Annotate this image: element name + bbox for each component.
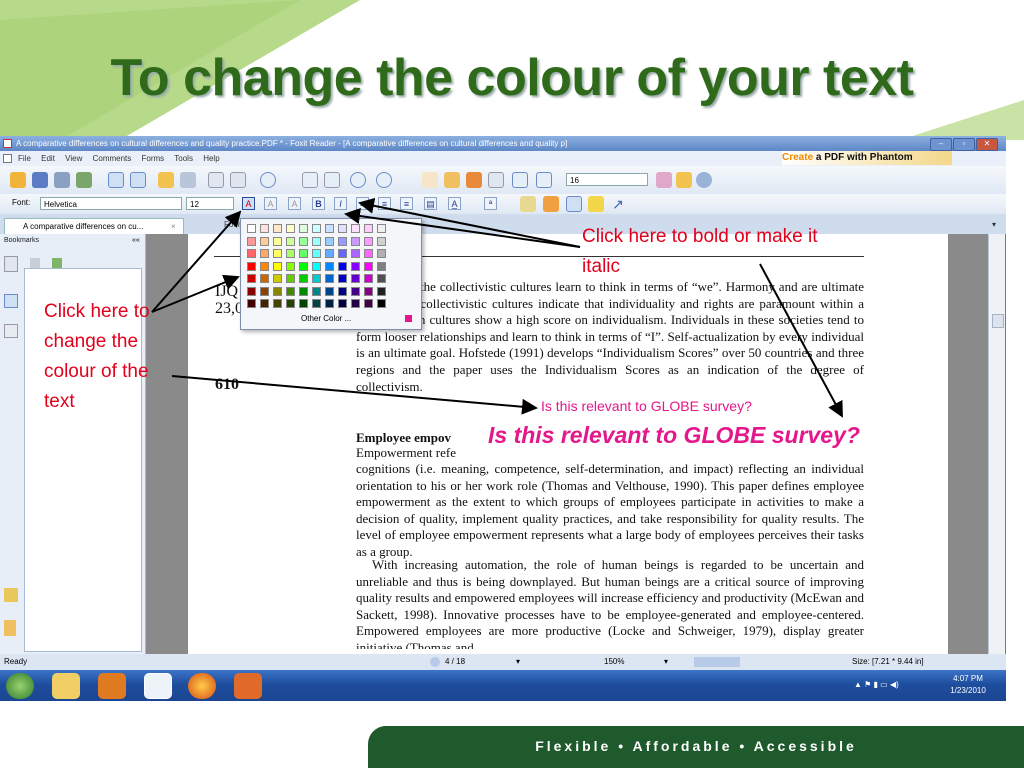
arrow-to-color-button — [151, 210, 242, 313]
arrow-to-inline-comment — [171, 375, 538, 415]
arrow-to-bold — [344, 208, 581, 248]
arrow-to-big-comment — [759, 263, 843, 418]
annotation-arrows — [151, 197, 843, 418]
arrow-to-italic — [358, 197, 581, 248]
footer-tagline: Flexible • Affordable • Accessible — [535, 738, 857, 754]
arrow-to-palette — [151, 274, 240, 313]
